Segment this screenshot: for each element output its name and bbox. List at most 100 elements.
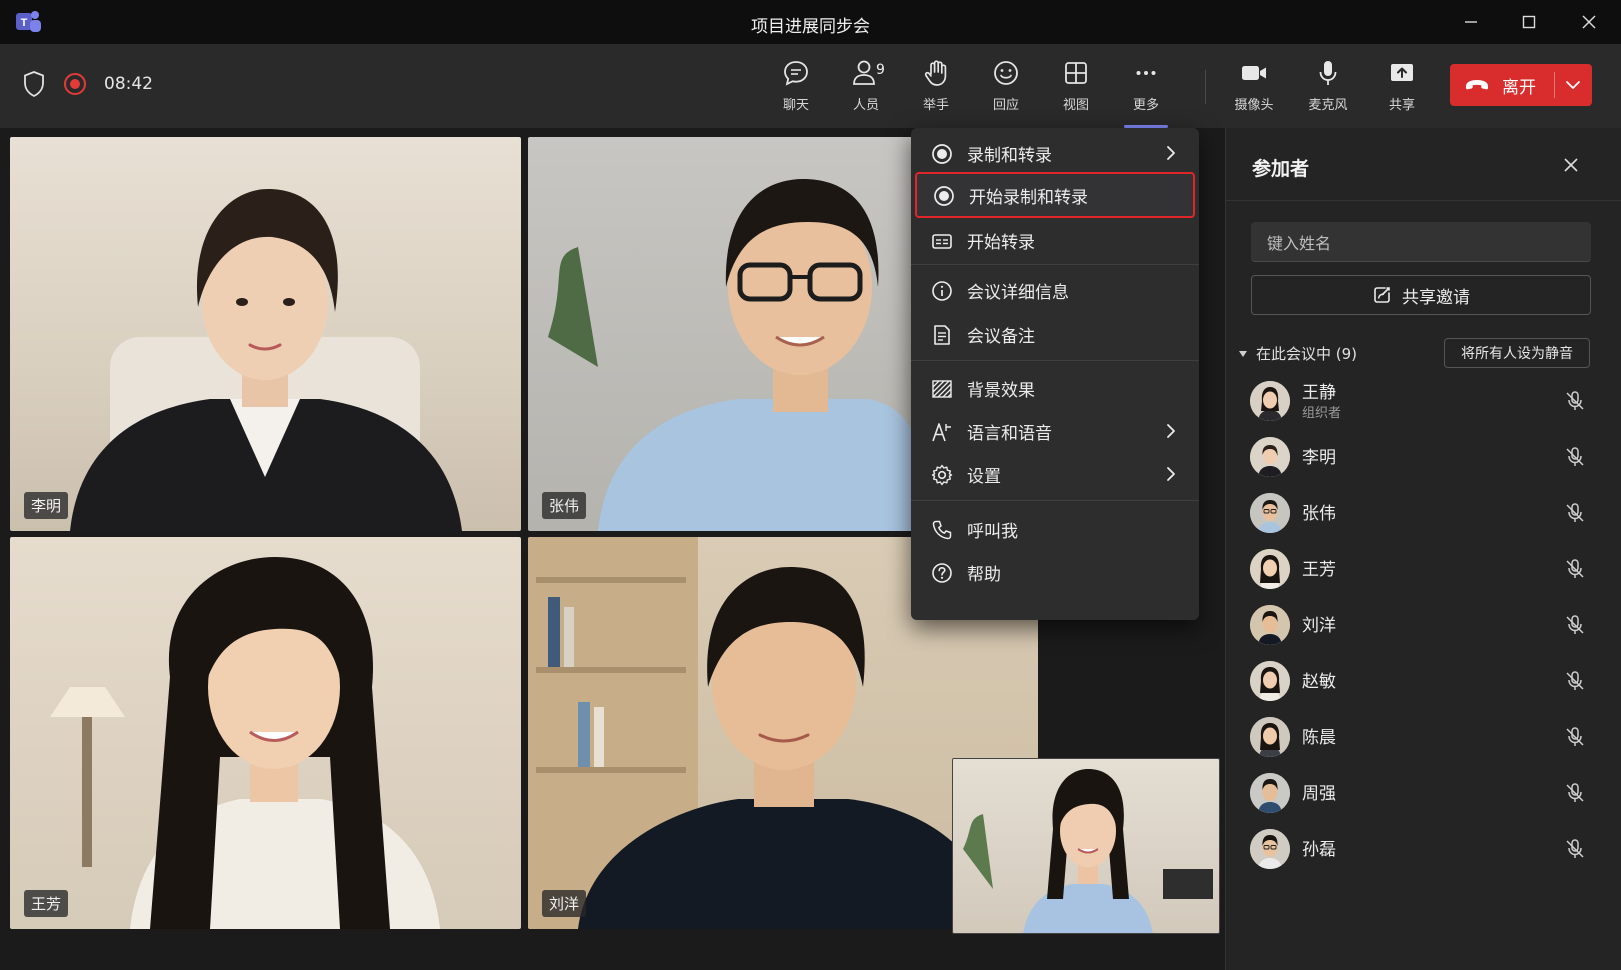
menu-item-label: 录制和转录 — [967, 145, 1052, 166]
mic-off-icon — [1566, 559, 1584, 578]
transcript-icon — [932, 234, 952, 249]
avatar — [1250, 605, 1290, 645]
participant-name: 孙磊 — [1302, 840, 1336, 860]
participant-role: 组织者 — [1302, 406, 1342, 421]
menu-item-language-speech[interactable]: 语言和语音 — [911, 411, 1199, 451]
participant-video-image — [70, 189, 462, 531]
mic-button[interactable]: 麦克风 — [1298, 58, 1358, 120]
people-button[interactable]: 9 人员 — [836, 58, 896, 120]
mic-off-icon — [1566, 447, 1584, 466]
avatar — [1250, 717, 1290, 757]
raise-hand-button[interactable]: 举手 — [906, 58, 966, 120]
participant-name: 赵敏 — [1302, 672, 1336, 692]
in-meeting-section-header[interactable]: 在此会议中 (9) — [1236, 343, 1357, 364]
share-invite-icon — [1374, 287, 1390, 303]
participant-row[interactable]: 孙磊 — [1226, 820, 1621, 876]
video-tile-3[interactable]: 王芳 — [10, 537, 521, 929]
mic-off-icon — [1566, 615, 1584, 634]
avatar-image — [1250, 437, 1290, 477]
participant-row[interactable]: 李明 — [1226, 428, 1621, 484]
participant-row[interactable]: 周强 — [1226, 764, 1621, 820]
chevron-right-icon — [1167, 467, 1175, 481]
phone-icon — [932, 520, 952, 540]
avatar-image — [1250, 773, 1290, 813]
share-button[interactable]: 共享 — [1372, 58, 1432, 120]
more-label: 更多 — [1132, 98, 1159, 113]
menu-item-help[interactable]: 帮助 — [911, 552, 1199, 592]
avatar-image — [1250, 717, 1290, 757]
mic-off-icon — [1566, 783, 1584, 802]
toolbar-divider — [1205, 70, 1206, 104]
participant-name-tag: 李明 — [24, 492, 69, 519]
maximize-button[interactable] — [1506, 6, 1552, 38]
video-tile-2[interactable]: 张伟 — [528, 137, 918, 531]
avatar-image — [1250, 549, 1290, 589]
avatar-image — [1250, 493, 1290, 533]
menu-item-background-effects[interactable]: 背景效果 — [911, 368, 1199, 408]
more-button[interactable]: 更多 — [1116, 58, 1176, 128]
minimize-button[interactable] — [1448, 6, 1494, 38]
avatar — [1250, 829, 1290, 869]
react-label: 回应 — [992, 98, 1019, 113]
video-tile-1[interactable]: 李明 — [10, 137, 521, 531]
menu-item-label: 背景效果 — [967, 380, 1035, 401]
participant-name: 张伟 — [1302, 504, 1336, 524]
participant-name: 王芳 — [1302, 560, 1336, 580]
menu-item-label: 会议详细信息 — [967, 282, 1069, 303]
notes-icon — [934, 325, 950, 345]
people-label: 人员 — [852, 98, 879, 113]
menu-item-start-transcription[interactable]: 开始转录 — [911, 220, 1199, 260]
raise-hand-icon — [924, 60, 947, 86]
share-label: 共享 — [1388, 98, 1415, 113]
menu-item-meeting-details[interactable]: 会议详细信息 — [911, 270, 1199, 310]
mic-label: 麦克风 — [1308, 98, 1348, 113]
gear-icon — [931, 464, 953, 486]
close-icon[interactable] — [1562, 156, 1580, 174]
react-button[interactable]: 回应 — [976, 58, 1036, 120]
view-button[interactable]: 视图 — [1046, 58, 1106, 120]
menu-item-settings[interactable]: 设置 — [911, 454, 1199, 494]
camera-icon — [1242, 66, 1266, 80]
close-icon — [1582, 15, 1596, 29]
leave-button[interactable]: 离开 — [1450, 64, 1592, 106]
menu-item-call-me[interactable]: 呼叫我 — [911, 509, 1199, 549]
title-bar: T 项目进展同步会 — [0, 0, 1621, 44]
avatar — [1250, 381, 1290, 421]
share-invite-button[interactable]: 共享邀请 — [1251, 275, 1591, 315]
menu-item-meeting-notes[interactable]: 会议备注 — [911, 314, 1199, 354]
participant-row[interactable]: 张伟 — [1226, 484, 1621, 540]
self-view-tile[interactable] — [952, 758, 1220, 934]
camera-button[interactable]: 摄像头 — [1224, 58, 1284, 120]
close-window-button[interactable] — [1566, 6, 1612, 38]
participant-row[interactable]: 王静 组织者 — [1226, 372, 1621, 428]
shield-icon[interactable] — [22, 70, 46, 98]
self-video-image — [963, 769, 1213, 933]
menu-item-record-transcribe[interactable]: 录制和转录 — [911, 133, 1199, 173]
in-meeting-section-label: 在此会议中 (9) — [1256, 345, 1358, 363]
more-icon — [1136, 71, 1156, 75]
more-options-menu: 录制和转录 开始录制和转录 开始转录 会议详细信息 会议备注 背景效果 语言和语… — [911, 128, 1199, 620]
info-icon — [932, 281, 952, 301]
avatar — [1250, 661, 1290, 701]
chevron-down-icon — [1239, 350, 1247, 357]
participant-row[interactable]: 陈晨 — [1226, 708, 1621, 764]
share-screen-icon — [1391, 64, 1413, 81]
minimize-icon — [1465, 21, 1477, 23]
menu-item-label: 开始录制和转录 — [969, 187, 1088, 208]
leave-main[interactable]: 离开 — [1450, 64, 1536, 106]
avatar — [1250, 493, 1290, 533]
mute-all-button[interactable]: 将所有人设为静音 — [1444, 338, 1590, 368]
chat-button[interactable]: 聊天 — [766, 58, 826, 120]
participant-row[interactable]: 赵敏 — [1226, 652, 1621, 708]
chat-label: 聊天 — [782, 98, 809, 113]
avatar-image — [1250, 661, 1290, 701]
participant-row[interactable]: 刘洋 — [1226, 596, 1621, 652]
avatar-image — [1250, 605, 1290, 645]
participant-row[interactable]: 王芳 — [1226, 540, 1621, 596]
participant-name-tag: 王芳 — [24, 890, 69, 917]
chevron-down-icon[interactable] — [1564, 76, 1582, 94]
participant-search-input[interactable]: 键入姓名 — [1251, 222, 1591, 262]
window-title: 项目进展同步会 — [751, 17, 870, 37]
participant-name: 王静 — [1302, 383, 1336, 403]
menu-item-start-recording[interactable]: 开始录制和转录 — [915, 172, 1195, 218]
